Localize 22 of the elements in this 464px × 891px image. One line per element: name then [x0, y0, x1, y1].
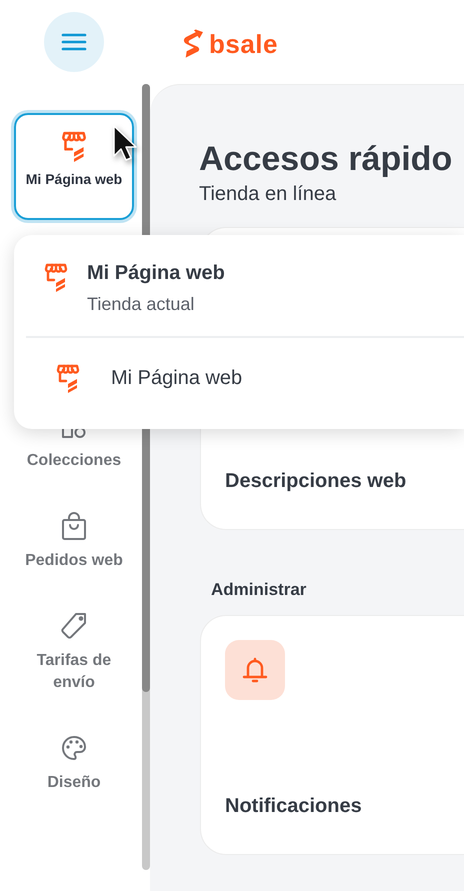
shopping-bag-icon — [60, 512, 88, 540]
tag-icon — [60, 612, 88, 640]
storefront-icon — [61, 130, 87, 162]
sidebar-item[interactable]: Mi Página web — [14, 113, 134, 220]
page-title: Accesos rápido — [199, 139, 454, 180]
card-label: Notificaciones — [225, 794, 363, 819]
bell-icon — [225, 640, 285, 700]
sidebar-item[interactable]: Pedidos web — [14, 512, 134, 572]
logo-icon — [183, 29, 203, 59]
section-heading: Administrar — [211, 579, 308, 601]
storefront-icon — [44, 262, 68, 292]
sidebar-item[interactable]: Tarifas de envío — [14, 612, 134, 694]
sidebar-item[interactable]: Diseño — [14, 734, 134, 794]
logo-text: bsale — [209, 30, 278, 58]
page-subtitle: Tienda en línea — [199, 182, 338, 207]
store-caption: Tienda actual — [87, 293, 196, 316]
menu-item[interactable]: Mi Página web — [14, 338, 464, 418]
shortcut-card[interactable]: Notificaciones — [200, 615, 464, 855]
menu-icon — [61, 32, 87, 52]
storefront-icon — [56, 363, 80, 393]
store-name: Mi Página web — [87, 261, 225, 286]
palette-icon — [60, 734, 88, 762]
